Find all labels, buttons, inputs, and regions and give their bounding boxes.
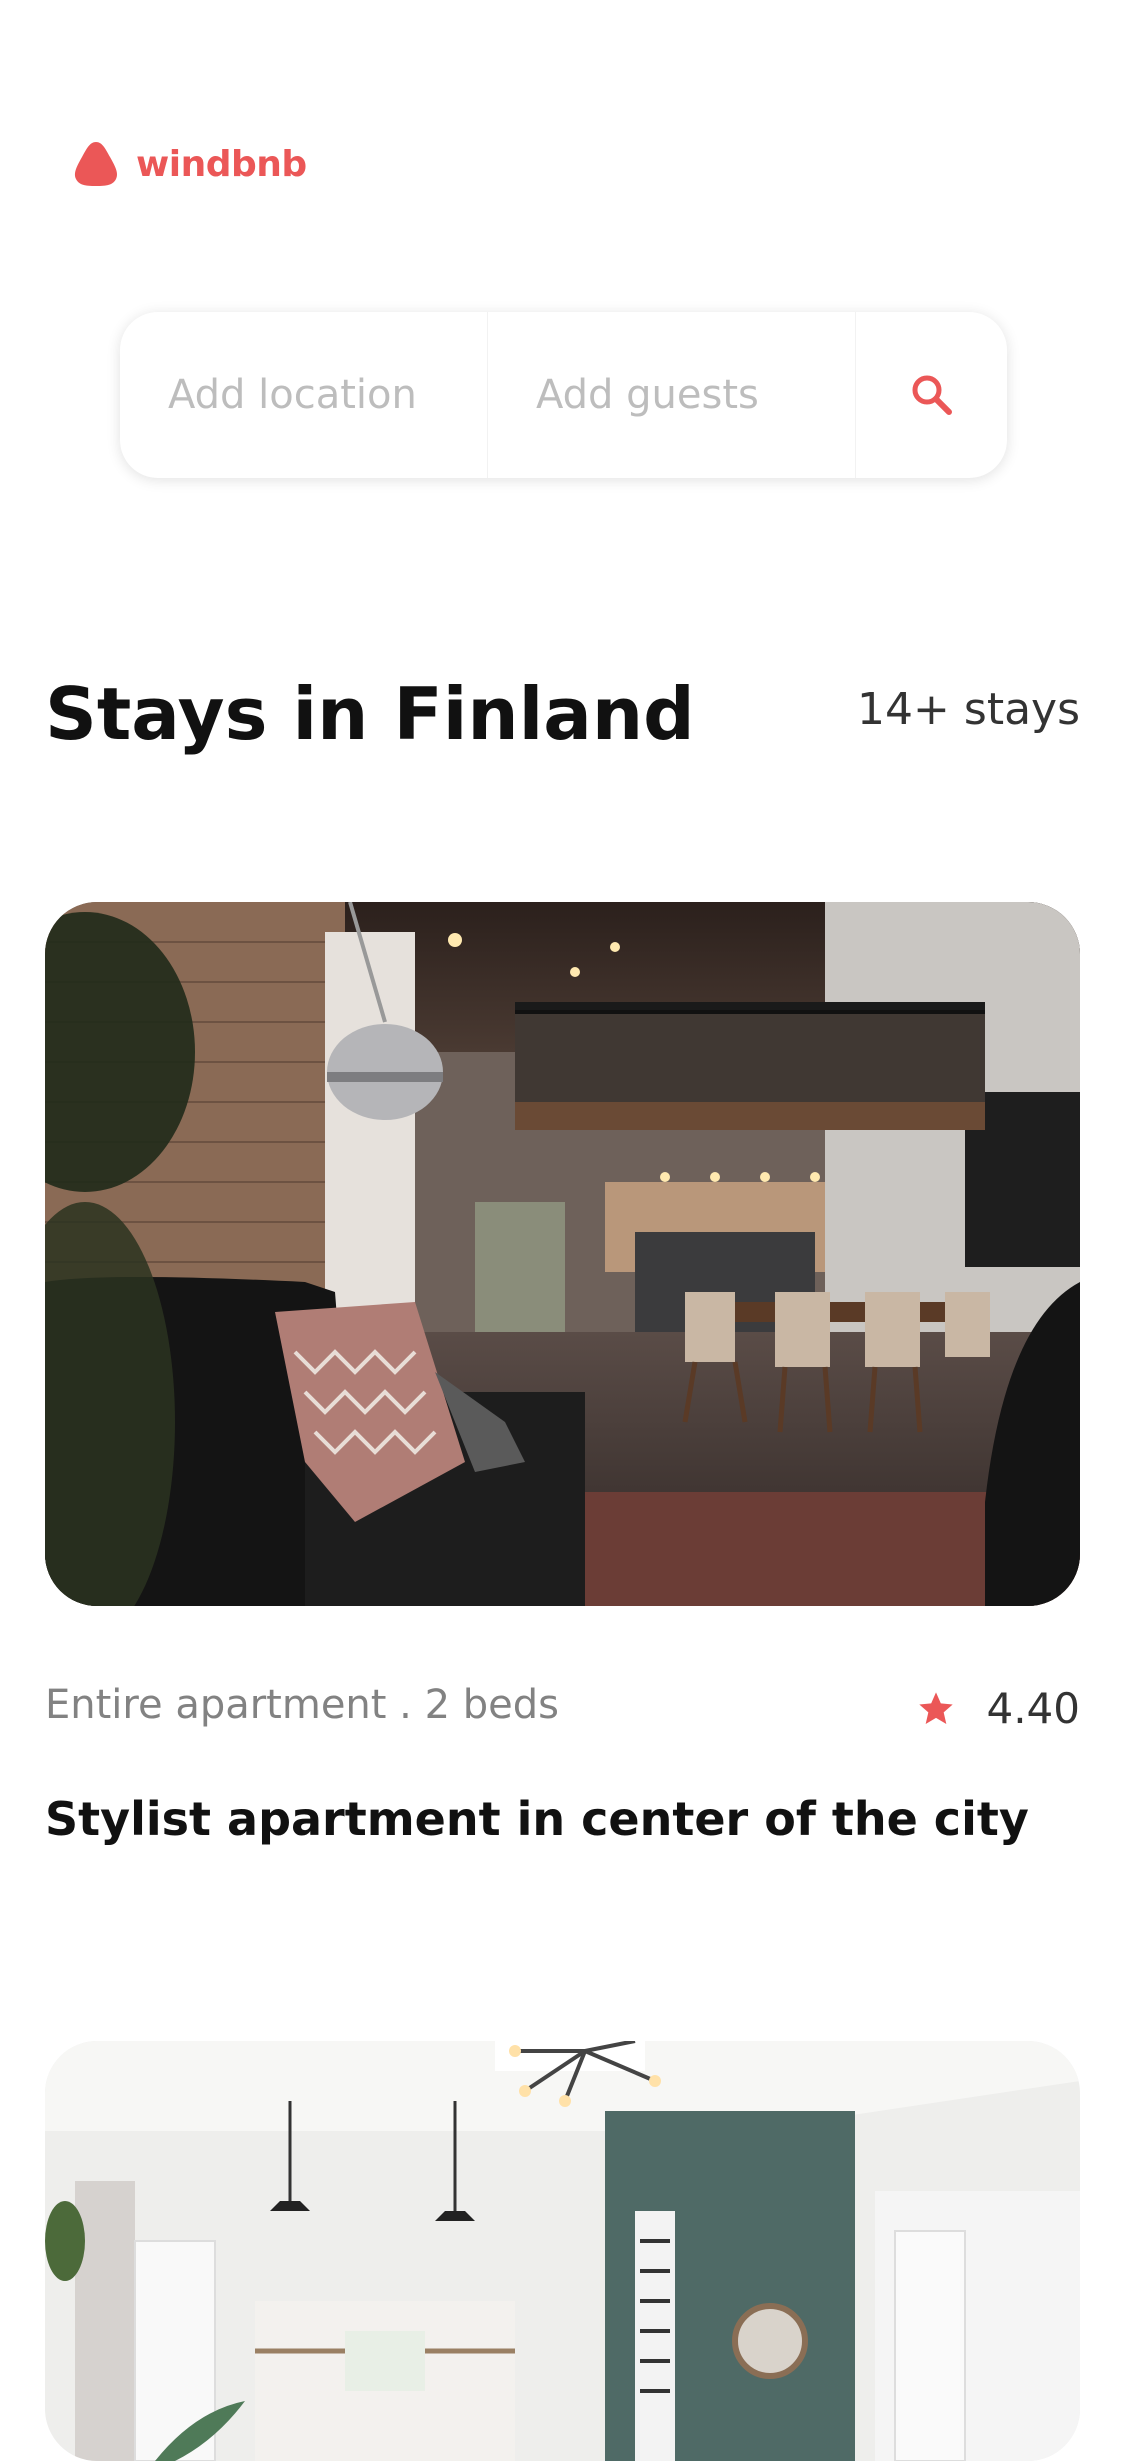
guests-field[interactable]: Add guests [488,312,856,478]
logo[interactable]: windbnb [72,140,307,188]
rating: 4.40 [916,1684,1080,1733]
loft-photo [45,902,1080,1606]
stay-image[interactable] [45,2041,1080,2461]
brand-name: windbnb [136,143,307,185]
rating-value: 4.40 [986,1684,1080,1733]
logo-icon [74,142,118,186]
star-icon [919,1691,954,1724]
location-field[interactable]: Add location [120,312,488,478]
stay-image[interactable] [45,902,1080,1606]
section-title: Stays in Finland [45,672,695,756]
stay-type: Entire apartment . 2 beds [45,1682,560,1728]
stays-count: 14+ stays [857,684,1080,735]
search-icon [912,375,952,415]
interior-photo [45,2041,1080,2461]
search-button[interactable] [856,312,1007,478]
search-bar[interactable]: Add location Add guests [120,312,1007,478]
stay-title[interactable]: Stylist apartment in center of the city [45,1792,1029,1846]
